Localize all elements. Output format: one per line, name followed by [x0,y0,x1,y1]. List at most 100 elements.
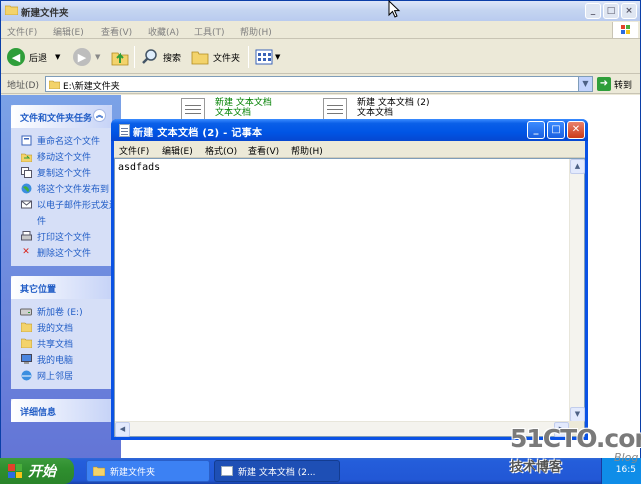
task-copy[interactable]: 复制这个文件 [20,164,112,180]
np-menu-format[interactable]: 格式(O) [205,144,237,157]
scroll-up-icon[interactable]: ▲ [570,159,585,174]
minimize-button[interactable]: _ [585,3,601,19]
scroll-right-icon[interactable]: ▶ [554,422,569,437]
forward-dropdown-icon[interactable]: ▼ [95,53,100,61]
notepad-title-bar[interactable]: 新建 文本文档 (2) - 记事本 _ □ ✕ [111,119,588,141]
go-button[interactable]: ➜ 转到 [597,76,632,92]
task-rename[interactable]: 重命名这个文件 [20,132,112,148]
task-pane: 文件和文件夹任务 ︽ 重命名这个文件 移动这个文件 复制这个文件 将这个文件发布… [1,95,121,458]
search-button[interactable]: 搜索 [141,46,181,68]
file-item-1-line2: 文本文档 [215,108,252,118]
drive-icon [20,306,32,317]
place-my-computer[interactable]: 我的电脑 [20,351,112,367]
up-button[interactable] [111,46,129,68]
details-header[interactable]: 详细信息 [11,399,112,422]
explorer-title-bar[interactable]: 新建文件夹 _ □ × [1,1,640,21]
folder-up-icon [111,52,129,66]
folders-icon [191,51,209,65]
scroll-left-icon[interactable]: ◀ [115,422,130,437]
taskbar-notepad-button[interactable]: 新建 文本文档 (2... [214,460,340,482]
globe-icon [20,183,32,194]
back-dropdown-icon[interactable]: ▼ [55,53,60,61]
notepad-icon [221,466,233,476]
notepad-close-button[interactable]: ✕ [567,121,585,139]
place-network[interactable]: 网上邻居 [20,367,112,383]
start-label: 开始 [28,464,56,480]
clock[interactable]: 16:5 [616,465,636,475]
computer-icon [20,353,32,365]
notepad-text-area[interactable]: asdfads ▲ ▼ ◀ ▶ [114,158,585,437]
task-email-label-line2: 件 [37,216,47,227]
np-menu-edit[interactable]: 编辑(E) [162,144,193,157]
size-grip[interactable] [569,421,584,436]
task-move[interactable]: 移动这个文件 [20,148,112,164]
address-folder-icon [49,80,60,89]
my-documents-icon [20,322,32,333]
place-my-documents[interactable]: 我的文档 [20,319,112,335]
notepad-minimize-button[interactable]: _ [527,121,545,139]
close-button[interactable]: × [621,3,637,19]
views-dropdown-icon[interactable]: ▼ [275,53,280,61]
address-dropdown-icon[interactable]: ▼ [578,77,592,91]
other-places-panel: 其它位置 新加卷 (E:) 我的文档 共享文档 我的电脑 网上邻居 [11,276,112,389]
address-bar: 地址(D) E:\新建文件夹 ▼ ➜ 转到 [1,74,640,94]
email-icon [20,199,32,210]
place-shared-documents[interactable]: 共享文档 [20,335,112,351]
folders-button[interactable]: 文件夹 [191,46,240,68]
back-button[interactable]: ◀ 后退 ▼ [7,46,60,68]
notepad-content: asdfads [118,162,161,173]
views-button[interactable]: ▼ [255,46,280,68]
notepad-maximize-button[interactable]: □ [547,121,565,139]
details-title: 详细信息 [20,408,57,418]
task-delete[interactable]: ✕ 删除这个文件 [20,244,112,260]
other-places-header[interactable]: 其它位置 [11,276,112,299]
taskbar-notepad-label: 新建 文本文档 (2... [238,467,316,478]
menu-file[interactable]: 文件(F) [7,25,37,38]
network-icon [20,370,32,381]
place-drive-e-label: 新加卷 (E:) [37,307,83,318]
start-button[interactable]: 开始 [0,458,74,484]
notepad-icon [119,124,130,137]
task-print[interactable]: 打印这个文件 [20,228,112,244]
back-arrow-icon: ◀ [7,48,25,66]
np-menu-view[interactable]: 查看(V) [248,144,279,157]
vertical-scrollbar[interactable]: ▲ ▼ [569,159,585,422]
task-move-label: 移动这个文件 [37,152,92,163]
mouse-cursor-icon [388,0,401,18]
menu-favorites[interactable]: 收藏(A) [148,25,179,38]
maximize-button[interactable]: □ [603,3,619,19]
address-input[interactable]: E:\新建文件夹 ▼ [45,76,593,92]
explorer-toolbar: ◀ 后退 ▼ ▶ ▼ 搜索 文件夹 ▼ [1,40,640,74]
explorer-title: 新建文件夹 [21,8,69,19]
menu-tools[interactable]: 工具(T) [194,25,225,38]
views-grid-icon [255,49,273,65]
task-print-label: 打印这个文件 [37,232,92,243]
folders-label: 文件夹 [213,53,241,64]
task-email-label: 以电子邮件形式发送 [37,200,112,211]
go-label: 转到 [614,80,633,91]
np-menu-help[interactable]: 帮助(H) [291,144,323,157]
np-menu-file[interactable]: 文件(F) [119,144,149,157]
copy-icon [20,166,32,178]
menu-view[interactable]: 查看(V) [101,25,132,38]
menu-help[interactable]: 帮助(H) [240,25,272,38]
collapse-chevron-icon[interactable]: ︽ [93,109,106,122]
scroll-down-icon[interactable]: ▼ [570,407,585,422]
notepad-menu-bar: 文件(F) 编辑(E) 格式(O) 查看(V) 帮助(H) [114,141,585,158]
menu-edit[interactable]: 编辑(E) [53,25,84,38]
move-icon [20,151,32,162]
task-publish[interactable]: 将这个文件发布到 [20,180,112,196]
file-tasks-header[interactable]: 文件和文件夹任务 ︽ [11,105,112,128]
place-my-documents-label: 我的文档 [37,323,74,334]
task-copy-label: 复制这个文件 [37,168,92,179]
shared-folder-icon [20,338,32,349]
horizontal-scrollbar[interactable]: ◀ ▶ [115,421,569,437]
task-email-wrap[interactable]: 件 [20,212,112,228]
file-item-1-line1: 新建 文本文档 [215,98,272,108]
windows-flag-icon [8,464,22,478]
forward-button[interactable]: ▶ ▼ [73,46,100,68]
notepad-window: 新建 文本文档 (2) - 记事本 _ □ ✕ 文件(F) 编辑(E) 格式(O… [111,119,588,440]
taskbar-explorer-button[interactable]: 新建文件夹 [86,460,210,482]
task-email[interactable]: 以电子邮件形式发送 [20,196,112,212]
place-drive-e[interactable]: 新加卷 (E:) [20,303,112,319]
